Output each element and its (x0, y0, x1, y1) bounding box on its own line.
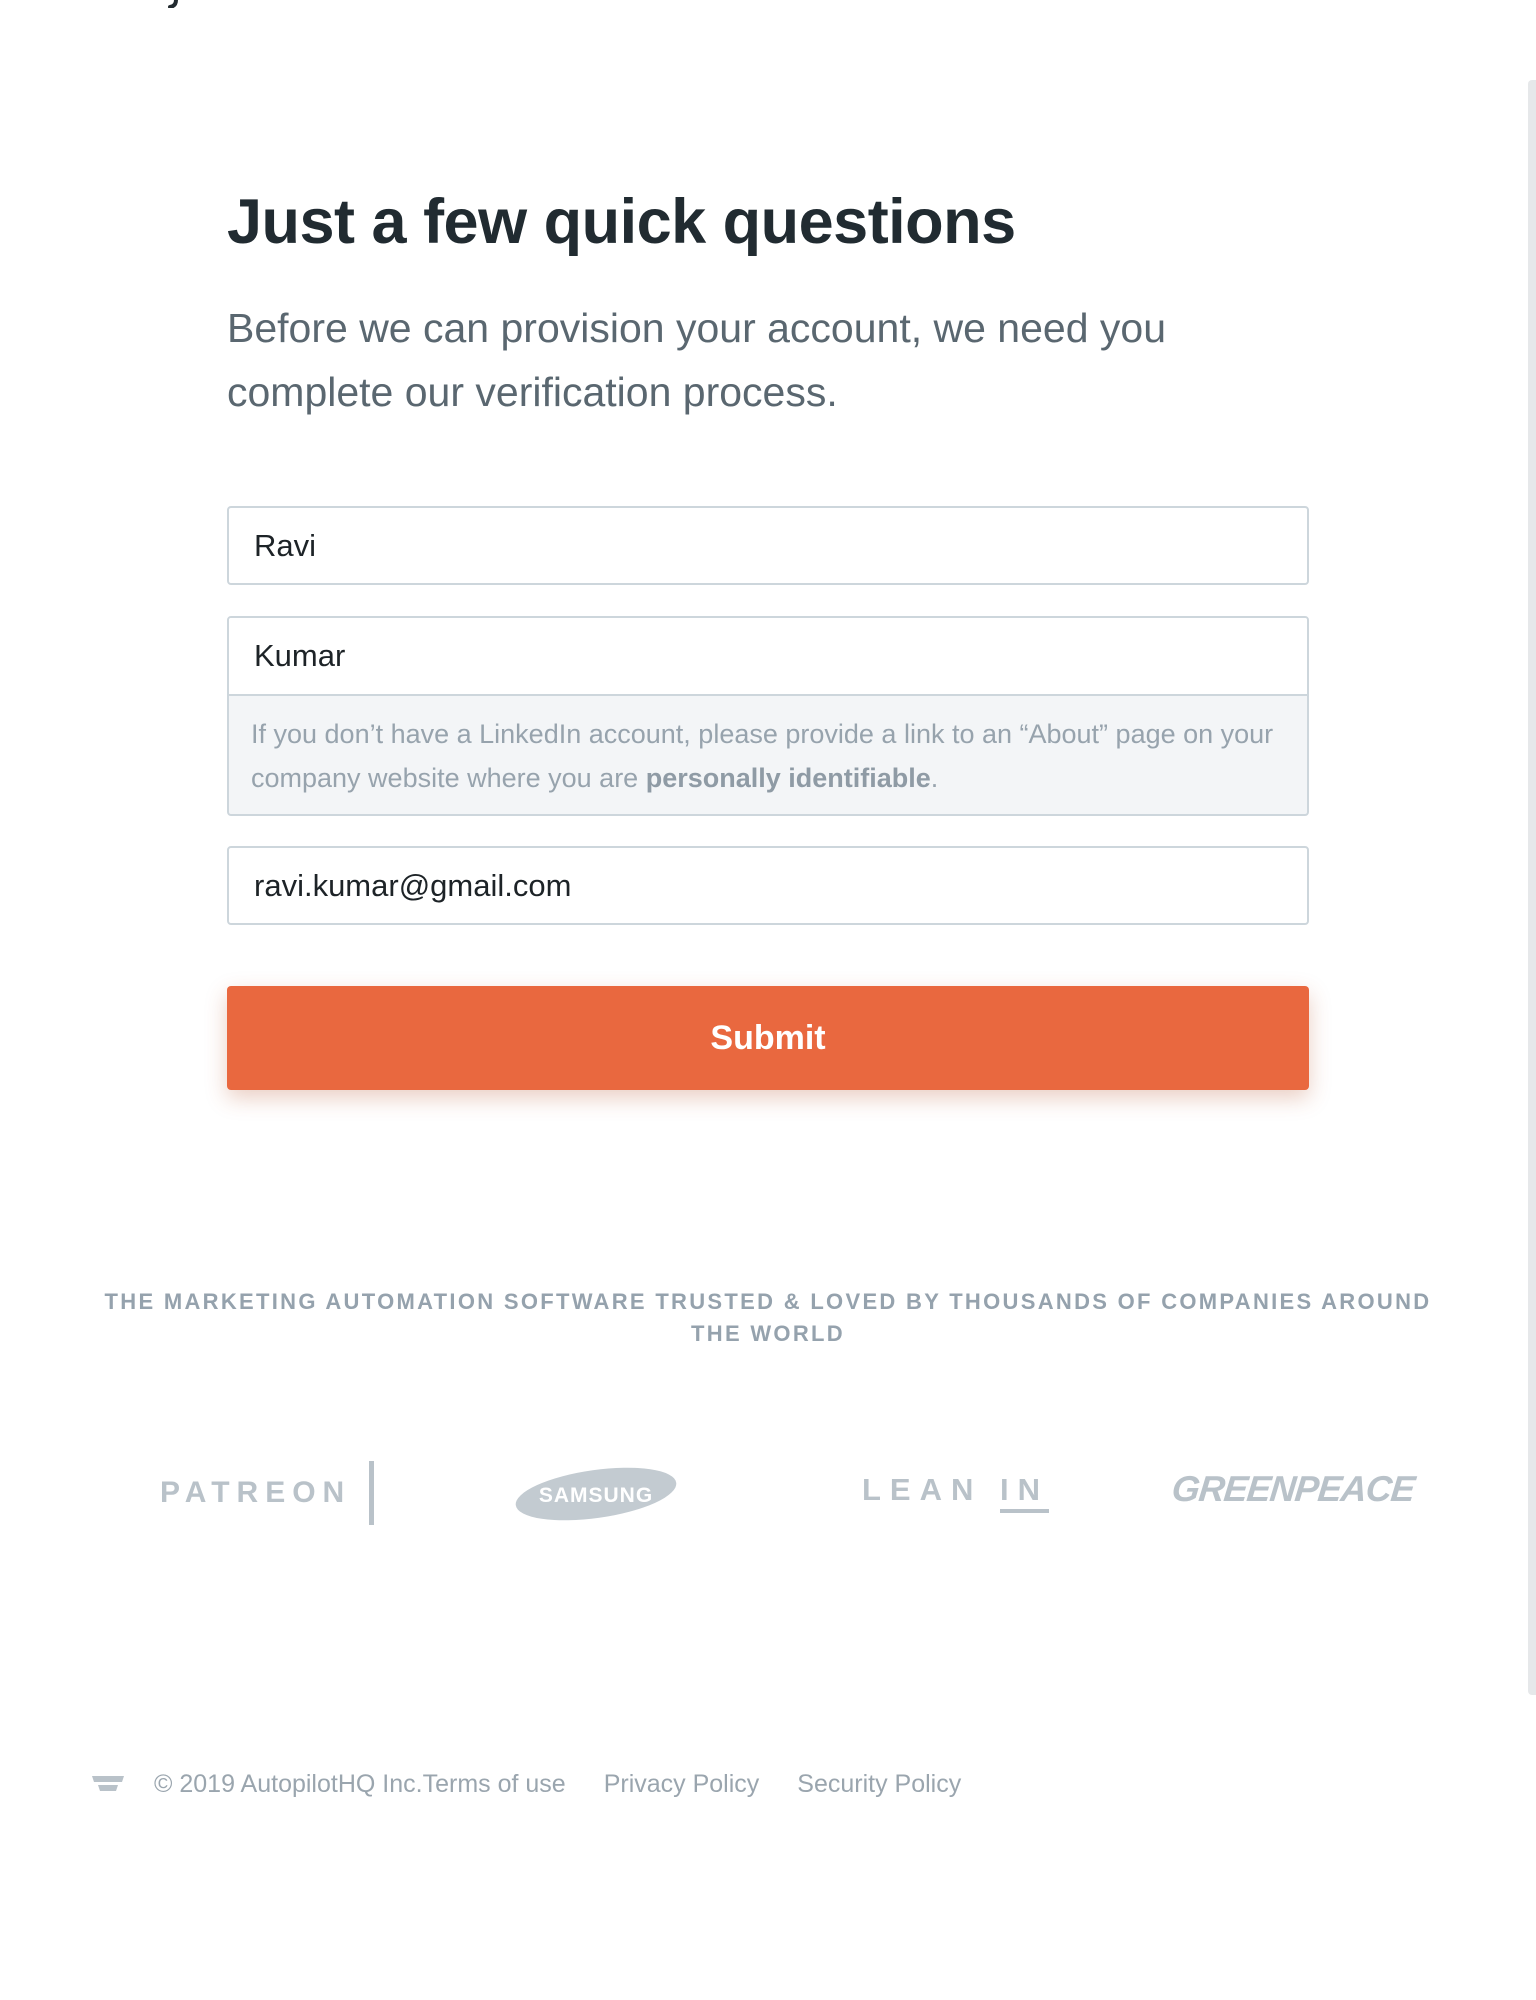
footer-copyright: © 2019 AutopilotHQ Inc. (154, 1769, 423, 1798)
page-title: Just a few quick questions (227, 187, 1016, 257)
email-input[interactable] (227, 846, 1309, 925)
brand-mark-fragment (168, 0, 178, 8)
scrollbar[interactable] (1528, 80, 1536, 1695)
footer-privacy-link[interactable]: Privacy Policy (604, 1770, 760, 1799)
samsung-logo: SAMSUNG (515, 1467, 677, 1521)
last-name-input[interactable] (229, 618, 1307, 696)
submit-button[interactable]: Submit (227, 986, 1309, 1090)
first-name-input[interactable] (227, 506, 1309, 585)
leanin-lean: LEAN (862, 1472, 983, 1507)
last-name-group: If you don’t have a LinkedIn account, pl… (227, 616, 1309, 816)
greenpeace-logo: GREENPEACE (1169, 1468, 1417, 1509)
linkedin-help-text: If you don’t have a LinkedIn account, pl… (251, 719, 1274, 793)
patreon-wordmark: PATREON (160, 1476, 352, 1509)
trusted-tagline: THE MARKETING AUTOMATION SOFTWARE TRUSTE… (104, 1289, 1432, 1346)
helper-emphasis: personally identifiable (645, 763, 931, 793)
footer: © 2019 AutopilotHQ Inc. Terms of use Pri… (92, 1766, 961, 1802)
page-subtitle: Before we can provision your account, we… (227, 305, 1166, 415)
leanin-in: IN (1000, 1472, 1050, 1513)
patreon-logo: PATREON (160, 1460, 375, 1526)
leanin-logo: LEAN IN (862, 1472, 1050, 1513)
samsung-wordmark: SAMSUNG (539, 1484, 653, 1507)
footer-terms-link[interactable]: Terms of use (423, 1770, 566, 1799)
autopilot-logo-icon (92, 1776, 124, 1791)
patreon-bar (369, 1461, 375, 1525)
footer-security-link[interactable]: Security Policy (797, 1770, 961, 1799)
